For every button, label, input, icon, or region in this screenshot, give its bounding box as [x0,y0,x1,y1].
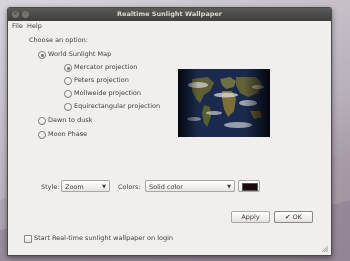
equirectangular-radio[interactable] [64,103,72,111]
mollweide-label[interactable]: Mollweide projection [74,89,141,97]
wallpaper-preview [178,69,270,137]
resize-grip-icon[interactable] [322,246,328,252]
login-checkbox-label[interactable]: Start Real-time sunlight wallpaper on lo… [34,234,173,242]
moon-phase-radio[interactable] [38,131,46,139]
color-swatch [242,183,258,191]
minimize-icon[interactable]: – [22,11,29,18]
style-dropdown[interactable]: Zoom ▼ [61,180,110,192]
title-bar[interactable]: × – Realtime Sunlight Wallpaper [8,8,331,21]
login-checkbox[interactable] [24,235,32,243]
menu-bar: File Help [8,21,331,31]
window-title: Realtime Sunlight Wallpaper [117,10,222,18]
colors-dropdown[interactable]: Solid color ▼ [145,180,235,192]
moon-phase-label[interactable]: Moon Phase [48,130,87,138]
dawn-to-dusk-radio[interactable] [38,117,46,125]
ok-label: OK [292,213,302,221]
menu-help[interactable]: Help [25,21,44,31]
peters-radio[interactable] [64,77,72,85]
chevron-down-icon: ▼ [102,184,106,190]
checkmark-icon: ✔ [285,213,291,221]
world-map-image [178,69,270,137]
colors-label: Colors: [118,183,141,191]
color-picker-button[interactable] [238,180,260,192]
equirectangular-label[interactable]: Equirectangular projection [74,102,160,110]
apply-button[interactable]: Apply [231,211,270,223]
options-heading: Choose an option: [29,36,88,44]
chevron-down-icon: ▼ [227,184,231,190]
dawn-to-dusk-label[interactable]: Dawn to dusk [48,116,92,124]
world-map-label[interactable]: World Sunlight Map [48,50,111,58]
content-area: Choose an option: World Sunlight Map Mer… [8,31,331,255]
main-window: × – Realtime Sunlight Wallpaper File Hel… [7,7,332,256]
peters-label[interactable]: Peters projection [74,76,129,84]
style-label: Style: [41,183,60,191]
mollweide-radio[interactable] [64,90,72,98]
world-map-radio[interactable] [38,51,46,59]
close-icon[interactable]: × [12,11,19,18]
style-value: Zoom [65,183,84,191]
mercator-radio[interactable] [64,64,72,72]
colors-value: Solid color [149,183,183,191]
apply-label: Apply [241,213,260,221]
menu-file[interactable]: File [10,21,25,31]
ok-button[interactable]: ✔ OK [274,211,313,223]
mercator-label[interactable]: Mercator projection [74,63,137,71]
